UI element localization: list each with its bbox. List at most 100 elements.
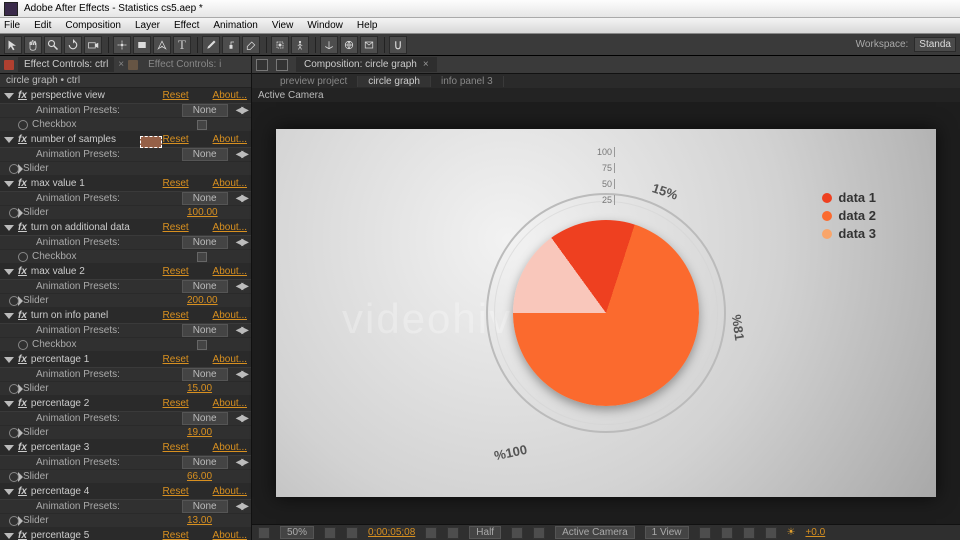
lock-icon[interactable] xyxy=(128,60,138,70)
about-link[interactable]: About... xyxy=(213,178,247,189)
preset-dropdown[interactable]: None xyxy=(182,192,228,205)
preset-nav-arrows[interactable]: ◀▶ xyxy=(236,325,247,336)
preset-nav-arrows[interactable]: ◀▶ xyxy=(236,237,247,248)
effect-property-row[interactable]: Slider66.00 xyxy=(0,470,251,484)
about-link[interactable]: About... xyxy=(213,486,247,497)
snap-icon[interactable] xyxy=(389,36,407,54)
property-value[interactable]: 15.00 xyxy=(187,383,247,394)
stopwatch-icon[interactable] xyxy=(9,472,19,482)
effect-property-row[interactable]: Slider200.00 xyxy=(0,294,251,308)
checkbox[interactable] xyxy=(197,120,207,130)
menu-bar[interactable]: FileEditCompositionLayerEffectAnimationV… xyxy=(0,18,960,34)
lock-icon[interactable] xyxy=(4,60,14,70)
preset-nav-arrows[interactable]: ◀▶ xyxy=(236,193,247,204)
property-value[interactable]: 13.00 xyxy=(187,515,247,526)
about-link[interactable]: About... xyxy=(213,222,247,233)
stopwatch-icon[interactable] xyxy=(18,120,28,130)
preset-nav-arrows[interactable]: ◀▶ xyxy=(236,369,247,380)
rotate-tool-icon[interactable] xyxy=(64,36,82,54)
effect-header[interactable]: fxpercentage 5ResetAbout... xyxy=(0,528,251,540)
preset-dropdown[interactable]: None xyxy=(182,500,228,513)
snapshot-icon[interactable] xyxy=(425,527,437,539)
views-dropdown[interactable]: 1 View xyxy=(645,526,689,539)
effect-property-row[interactable]: Checkbox xyxy=(0,338,251,352)
fx-icon[interactable]: fx xyxy=(18,266,27,277)
fx-icon[interactable]: fx xyxy=(18,354,27,365)
axis-world-icon[interactable] xyxy=(340,36,358,54)
fx-icon[interactable]: fx xyxy=(18,310,27,321)
effect-property-row[interactable]: Animation Presets:None◀▶ xyxy=(0,148,251,162)
property-value[interactable]: 100.00 xyxy=(187,207,247,218)
about-link[interactable]: About... xyxy=(213,442,247,453)
effect-header[interactable]: fxmax value 1ResetAbout... xyxy=(0,176,251,192)
axis-local-icon[interactable] xyxy=(320,36,338,54)
effect-header[interactable]: fxperspective viewResetAbout... xyxy=(0,88,251,104)
rectangle-tool-icon[interactable] xyxy=(133,36,151,54)
effect-header[interactable]: fxpercentage 3ResetAbout... xyxy=(0,440,251,456)
fx-icon[interactable]: fx xyxy=(18,398,27,409)
reset-link[interactable]: Reset xyxy=(163,310,213,321)
timeline-icon[interactable] xyxy=(743,527,755,539)
about-link[interactable]: About... xyxy=(213,530,247,540)
roto-brush-tool-icon[interactable] xyxy=(271,36,289,54)
property-value[interactable]: 200.00 xyxy=(187,295,247,306)
magnify-icon[interactable] xyxy=(258,527,270,539)
preset-dropdown[interactable]: None xyxy=(182,148,228,161)
stopwatch-icon[interactable] xyxy=(18,340,28,350)
menu-layer[interactable]: Layer xyxy=(135,20,160,31)
stopwatch-icon[interactable] xyxy=(9,516,19,526)
about-link[interactable]: About... xyxy=(213,310,247,321)
reset-link[interactable]: Reset xyxy=(163,354,213,365)
menu-composition[interactable]: Composition xyxy=(65,20,121,31)
preset-nav-arrows[interactable]: ◀▶ xyxy=(236,281,247,292)
stopwatch-icon[interactable] xyxy=(9,164,19,174)
disclosure-triangle-icon[interactable] xyxy=(4,269,14,275)
pen-tool-icon[interactable] xyxy=(153,36,171,54)
effect-controls-tab[interactable]: Effect Controls: ctrl xyxy=(18,57,114,72)
sub-tab[interactable]: circle graph xyxy=(358,76,431,87)
disclosure-triangle-icon[interactable] xyxy=(4,93,14,99)
disclosure-triangle-icon[interactable] xyxy=(4,445,14,451)
fx-icon[interactable]: fx xyxy=(18,222,27,233)
timecode-icon[interactable] xyxy=(346,527,358,539)
stopwatch-icon[interactable] xyxy=(9,296,19,306)
property-value[interactable]: 66.00 xyxy=(187,471,247,482)
about-link[interactable]: About... xyxy=(213,134,247,145)
about-link[interactable]: About... xyxy=(213,398,247,409)
disclosure-triangle-icon[interactable] xyxy=(4,137,14,143)
sub-tab[interactable]: preview project xyxy=(270,76,358,87)
stopwatch-icon[interactable] xyxy=(18,252,28,262)
effect-property-row[interactable]: Animation Presets:None◀▶ xyxy=(0,456,251,470)
checkbox[interactable] xyxy=(197,340,207,350)
effect-property-row[interactable]: Animation Presets:None◀▶ xyxy=(0,192,251,206)
menu-view[interactable]: View xyxy=(272,20,294,31)
disclosure-triangle-icon[interactable] xyxy=(4,401,14,407)
effect-property-row[interactable]: Slider100.00 xyxy=(0,206,251,220)
flowchart-icon[interactable] xyxy=(276,59,288,71)
disclosure-triangle-icon[interactable] xyxy=(4,181,14,187)
pan-behind-tool-icon[interactable] xyxy=(113,36,131,54)
fx-icon[interactable]: fx xyxy=(18,530,27,540)
effect-property-row[interactable]: Checkbox xyxy=(0,250,251,264)
preset-nav-arrows[interactable]: ◀▶ xyxy=(236,501,247,512)
preset-nav-arrows[interactable]: ◀▶ xyxy=(236,413,247,424)
menu-edit[interactable]: Edit xyxy=(34,20,51,31)
tab-close-icon[interactable]: × xyxy=(118,59,124,70)
effect-property-row[interactable]: Slider13.00 xyxy=(0,514,251,528)
fast-preview-icon[interactable] xyxy=(721,527,733,539)
stopwatch-icon[interactable] xyxy=(9,428,19,438)
effect-property-row[interactable]: Checkbox xyxy=(0,118,251,132)
exposure-value[interactable]: +0.0 xyxy=(805,527,825,538)
effect-property-row[interactable]: Slider xyxy=(0,162,251,176)
stopwatch-icon[interactable] xyxy=(9,384,19,394)
menu-help[interactable]: Help xyxy=(357,20,378,31)
preset-dropdown[interactable]: None xyxy=(182,236,228,249)
reset-link[interactable]: Reset xyxy=(163,266,213,277)
preset-dropdown[interactable]: None xyxy=(182,456,228,469)
property-value[interactable]: 19.00 xyxy=(187,427,247,438)
show-channel-icon[interactable] xyxy=(447,527,459,539)
effect-header[interactable]: fxpercentage 2ResetAbout... xyxy=(0,396,251,412)
camera-tool-icon[interactable] xyxy=(84,36,102,54)
effect-header[interactable]: fxpercentage 4ResetAbout... xyxy=(0,484,251,500)
sub-tab[interactable]: info panel 3 xyxy=(431,76,504,87)
